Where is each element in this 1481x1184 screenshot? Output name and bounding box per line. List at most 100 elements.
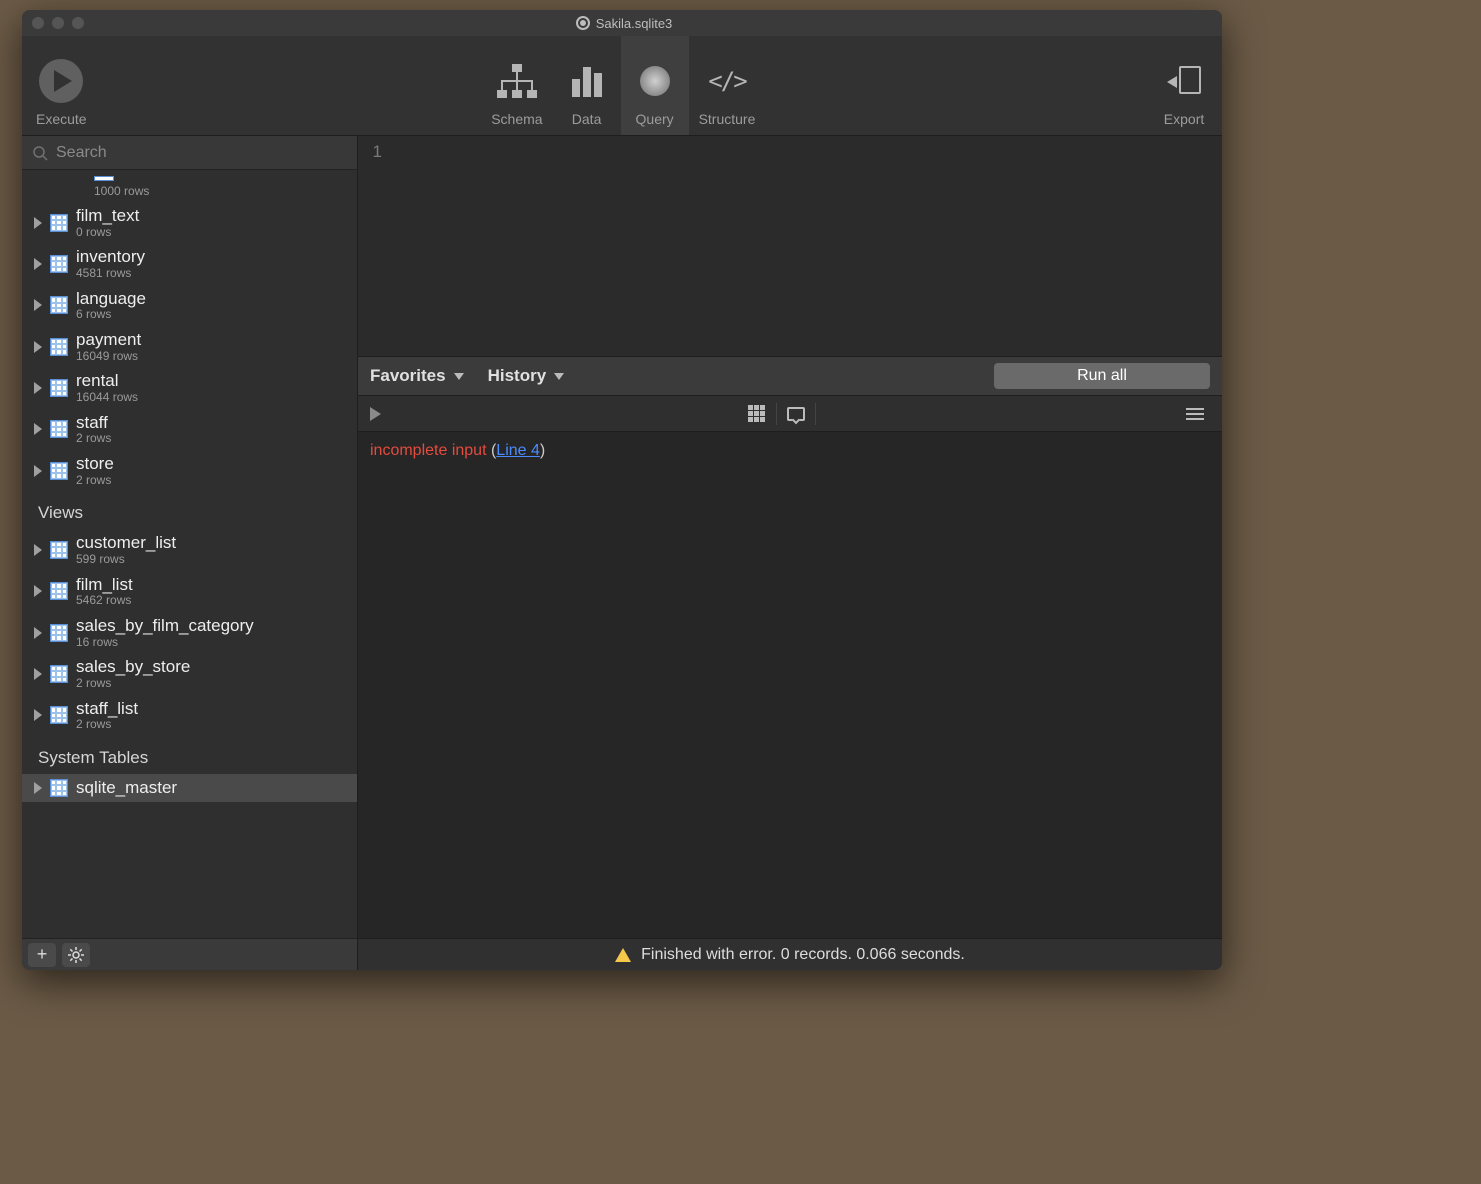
minimize-window-button[interactable] <box>52 17 64 29</box>
results-pane: incomplete input (Line 4) <box>358 432 1222 938</box>
main-area: 1000 rows film_text0 rowsinventory4581 r… <box>22 136 1222 970</box>
search-input[interactable] <box>56 144 347 162</box>
tree-item[interactable]: staff2 rows <box>22 409 357 450</box>
toolbar: Execute Schema Data <box>22 36 1222 136</box>
tree-item[interactable]: customer_list599 rows <box>22 529 357 570</box>
results-toolbar <box>358 396 1222 432</box>
table-icon <box>50 214 68 232</box>
play-icon[interactable] <box>370 407 381 421</box>
disclosure-triangle-icon[interactable] <box>34 258 42 270</box>
tree-item[interactable]: staff_list2 rows <box>22 695 357 736</box>
query-tab[interactable]: Query <box>621 36 689 135</box>
warning-icon <box>615 948 631 962</box>
table-name: staff <box>76 413 111 433</box>
search-bar <box>22 136 357 170</box>
table-icon <box>50 255 68 273</box>
sidebar-footer: + <box>22 938 357 970</box>
tree-item-text: store2 rows <box>76 454 114 487</box>
export-label: Export <box>1164 111 1204 127</box>
structure-label: Structure <box>699 111 756 127</box>
status-text: Finished with error. 0 records. 0.066 se… <box>641 946 965 964</box>
tree-item-text: staff2 rows <box>76 413 111 446</box>
sidebar: 1000 rows film_text0 rowsinventory4581 r… <box>22 136 358 970</box>
table-icon <box>50 296 68 314</box>
error-text: incomplete input <box>370 442 487 459</box>
disclosure-triangle-icon[interactable] <box>34 782 42 794</box>
table-icon <box>50 338 68 356</box>
tree-item[interactable]: inventory4581 rows <box>22 243 357 284</box>
tree-item[interactable]: sqlite_master <box>22 774 357 802</box>
row-count: 2 rows <box>76 718 138 732</box>
grid-icon <box>748 405 765 422</box>
export-icon <box>1167 64 1201 98</box>
export-button[interactable]: Export <box>1154 36 1214 135</box>
tree-item[interactable]: payment16049 rows <box>22 326 357 367</box>
tree-item[interactable]: rental16044 rows <box>22 367 357 408</box>
history-dropdown[interactable]: History <box>488 366 565 386</box>
row-count: 1000 rows <box>22 184 357 198</box>
data-tab[interactable]: Data <box>553 36 621 135</box>
chevron-down-icon <box>454 373 464 380</box>
run-all-button[interactable]: Run all <box>994 363 1210 389</box>
disclosure-triangle-icon[interactable] <box>34 668 42 680</box>
grid-view-button[interactable] <box>742 401 772 427</box>
disclosure-triangle-icon[interactable] <box>34 299 42 311</box>
error-line-link[interactable]: Line 4 <box>496 442 540 459</box>
table-icon <box>50 665 68 683</box>
gear-icon <box>68 947 84 963</box>
tree-item[interactable]: language6 rows <box>22 285 357 326</box>
table-icon <box>50 462 68 480</box>
favorites-label: Favorites <box>370 366 446 386</box>
run-all-label: Run all <box>1077 367 1127 385</box>
tree-item-text: sales_by_store2 rows <box>76 657 190 690</box>
sql-editor[interactable]: 1 <box>358 136 1222 356</box>
disclosure-triangle-icon[interactable] <box>34 341 42 353</box>
schema-label: Schema <box>491 111 542 127</box>
line-number: 1 <box>373 142 382 161</box>
table-icon <box>50 541 68 559</box>
window-title: Sakila.sqlite3 <box>84 16 1164 31</box>
paren: ) <box>540 442 545 459</box>
tree-item-text: film_list5462 rows <box>76 575 133 608</box>
schema-tab[interactable]: Schema <box>481 36 552 135</box>
row-count: 16 rows <box>76 636 254 650</box>
zoom-window-button[interactable] <box>72 17 84 29</box>
structure-tab[interactable]: </> Structure <box>689 36 766 135</box>
row-count: 16044 rows <box>76 391 138 405</box>
bar-chart-icon <box>572 65 602 97</box>
views-section-header: Views <box>22 491 357 529</box>
menu-button[interactable] <box>1180 401 1210 427</box>
window-controls <box>32 17 84 29</box>
query-label: Query <box>636 111 674 127</box>
row-count: 2 rows <box>76 677 190 691</box>
disclosure-triangle-icon[interactable] <box>34 465 42 477</box>
partial-row <box>22 170 357 186</box>
close-window-button[interactable] <box>32 17 44 29</box>
tree-item-text: rental16044 rows <box>76 371 138 404</box>
tree-item[interactable]: sales_by_store2 rows <box>22 653 357 694</box>
tree-item[interactable]: film_list5462 rows <box>22 571 357 612</box>
disclosure-triangle-icon[interactable] <box>34 423 42 435</box>
settings-button[interactable] <box>62 943 90 967</box>
add-button[interactable]: + <box>28 943 56 967</box>
table-name: staff_list <box>76 699 138 719</box>
text-view-button[interactable] <box>781 401 811 427</box>
table-name: film_text <box>76 206 139 226</box>
disclosure-triangle-icon[interactable] <box>34 627 42 639</box>
tree-item[interactable]: film_text0 rows <box>22 202 357 243</box>
app-window: Sakila.sqlite3 Execute <box>22 10 1222 970</box>
chevron-down-icon <box>554 373 564 380</box>
execute-button[interactable]: Execute <box>30 36 93 135</box>
disclosure-triangle-icon[interactable] <box>34 382 42 394</box>
tree-item[interactable]: store2 rows <box>22 450 357 491</box>
disclosure-triangle-icon[interactable] <box>34 544 42 556</box>
schema-tree[interactable]: 1000 rows film_text0 rowsinventory4581 r… <box>22 170 357 938</box>
disclosure-triangle-icon[interactable] <box>34 709 42 721</box>
favorites-dropdown[interactable]: Favorites <box>370 366 464 386</box>
disclosure-triangle-icon[interactable] <box>34 585 42 597</box>
execute-label: Execute <box>36 111 87 127</box>
tree-item[interactable]: sales_by_film_category16 rows <box>22 612 357 653</box>
table-icon <box>50 379 68 397</box>
row-count: 4581 rows <box>76 267 145 281</box>
disclosure-triangle-icon[interactable] <box>34 217 42 229</box>
